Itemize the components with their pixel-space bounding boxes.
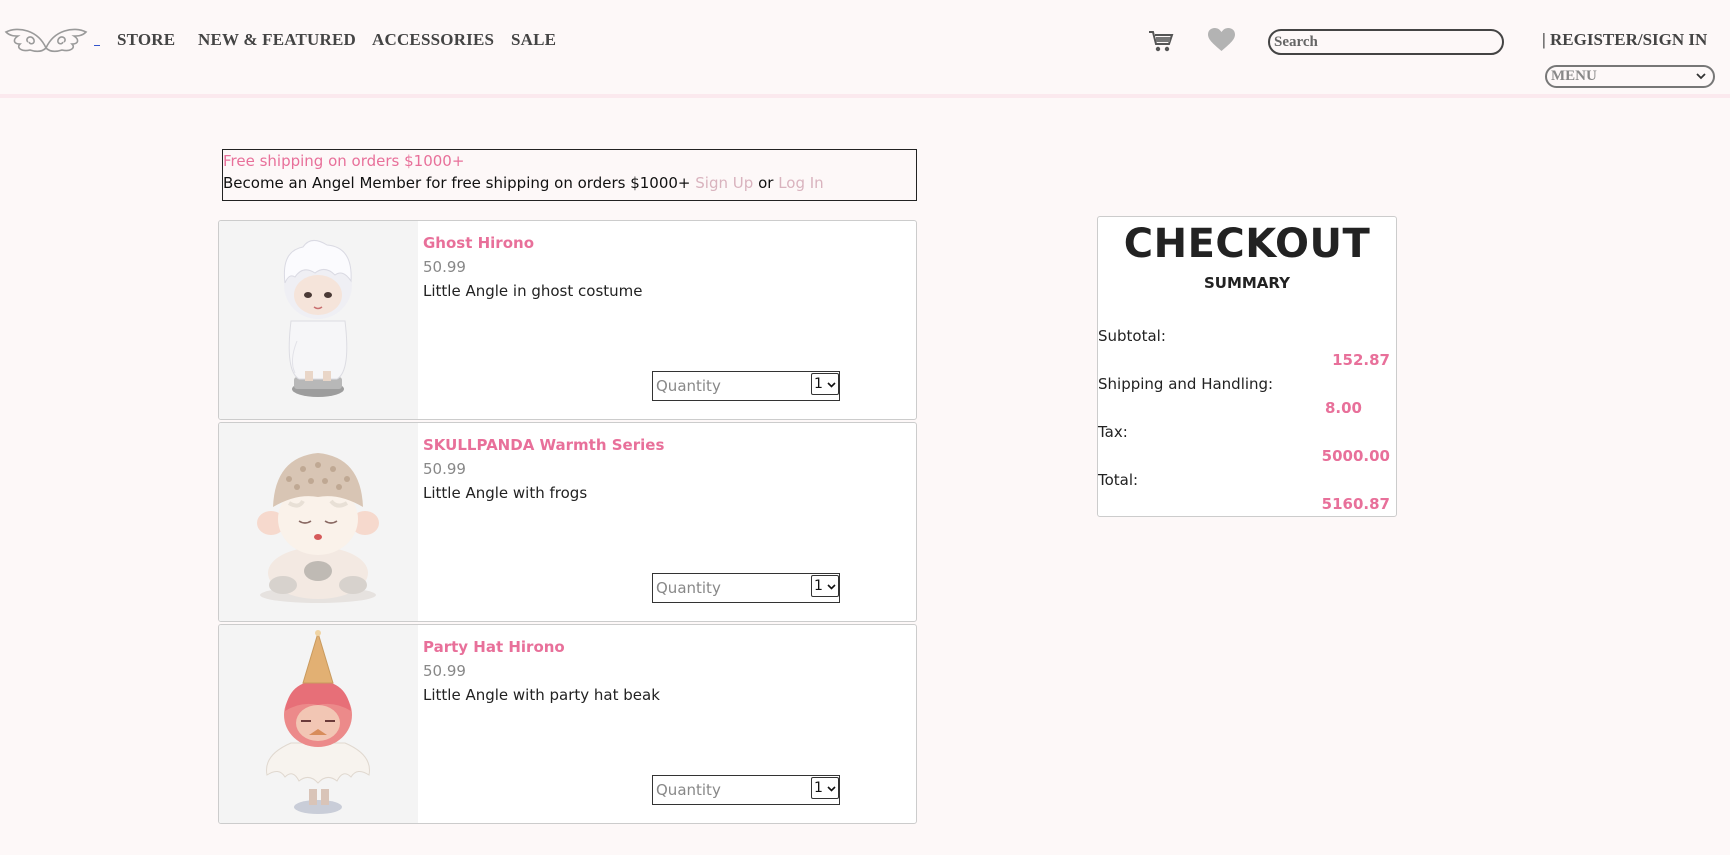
shipping-promo-text: Free shipping on orders $1000+ <box>223 152 465 170</box>
cart-item: Party Hat Hirono 50.99 Little Angle with… <box>218 624 917 824</box>
nav-accessories[interactable]: ACCESSORIES <box>372 30 494 50</box>
register-sign-in-link[interactable]: | REGISTER/SIGN IN <box>1542 30 1707 50</box>
subtotal-label: Subtotal: <box>1098 327 1166 345</box>
skullpanda-figure-icon <box>257 453 379 603</box>
or-text: or <box>758 174 774 192</box>
party-hat-hirono-figure-icon <box>266 630 370 814</box>
chevron-down-icon <box>827 584 836 590</box>
quantity-select-value: 1 <box>814 578 823 594</box>
product-image <box>219 625 418 823</box>
quantity-select-value: 1 <box>814 376 823 392</box>
quantity-input[interactable] <box>653 574 803 602</box>
product-name[interactable]: Ghost Hirono <box>423 234 534 252</box>
nav-sale[interactable]: SALE <box>511 30 556 50</box>
subtotal-value: 152.87 <box>1332 351 1390 369</box>
ghost-hirono-figure-icon <box>283 240 352 397</box>
sign-up-link[interactable]: Sign Up <box>695 174 753 192</box>
product-name[interactable]: Party Hat Hirono <box>423 638 565 656</box>
chevron-down-icon <box>827 382 836 388</box>
search-input[interactable] <box>1268 29 1504 55</box>
shipping-label: Shipping and Handling: <box>1098 375 1274 393</box>
membership-message: Become an Angel Member for free shipping… <box>223 174 691 192</box>
logo-link-underline <box>94 45 100 46</box>
shipping-banner: Free shipping on orders $1000+ Become an… <box>222 149 917 201</box>
menu-dropdown-label: MENU <box>1551 68 1597 84</box>
shipping-value: 8.00 <box>1324 399 1362 417</box>
heart-icon[interactable] <box>1208 28 1235 52</box>
product-image <box>219 423 418 621</box>
quantity-select[interactable]: 1 <box>811 777 839 799</box>
cart-item: Ghost Hirono 50.99 Little Angle in ghost… <box>218 220 917 420</box>
angel-wings-logo-icon[interactable] <box>4 22 88 56</box>
menu-dropdown[interactable]: MENU <box>1545 65 1715 88</box>
nav-new-featured[interactable]: NEW & FEATURED <box>198 30 356 50</box>
product-image <box>219 221 418 419</box>
product-name[interactable]: SKULLPANDA Warmth Series <box>423 436 664 454</box>
chevron-down-icon <box>827 786 836 792</box>
cart-item: SKULLPANDA Warmth Series 50.99 Little An… <box>218 422 917 622</box>
tax-value: 5000.00 <box>1321 447 1390 465</box>
checkout-title: CHECKOUT <box>1123 221 1371 267</box>
total-value: 5160.87 <box>1321 495 1390 513</box>
nav-store[interactable]: STORE <box>117 30 175 50</box>
quantity-select[interactable]: 1 <box>811 575 839 597</box>
quantity-control: 1 <box>652 573 840 603</box>
site-header: STORE NEW & FEATURED ACCESSORIES SALE | … <box>0 0 1730 98</box>
product-price: 50.99 <box>423 460 466 478</box>
product-description: Little Angle in ghost costume <box>423 282 643 300</box>
summary-subtitle: SUMMARY <box>1203 274 1291 292</box>
product-description: Little Angle with frogs <box>423 484 588 502</box>
total-label: Total: <box>1098 471 1139 489</box>
chevron-down-icon <box>1696 73 1706 80</box>
quantity-input[interactable] <box>653 372 803 400</box>
quantity-control: 1 <box>652 371 840 401</box>
quantity-select-value: 1 <box>814 780 823 796</box>
product-price: 50.99 <box>423 662 466 680</box>
product-price: 50.99 <box>423 258 466 276</box>
cart-icon[interactable] <box>1148 29 1174 53</box>
checkout-summary: CHECKOUT SUMMARY Subtotal: 152.87 Shippi… <box>1097 216 1397 517</box>
product-description: Little Angle with party hat beak <box>423 686 660 704</box>
quantity-control: 1 <box>652 775 840 805</box>
log-in-link[interactable]: Log In <box>778 174 824 192</box>
quantity-input[interactable] <box>653 776 803 804</box>
tax-label: Tax: <box>1098 423 1128 441</box>
quantity-select[interactable]: 1 <box>811 373 839 395</box>
